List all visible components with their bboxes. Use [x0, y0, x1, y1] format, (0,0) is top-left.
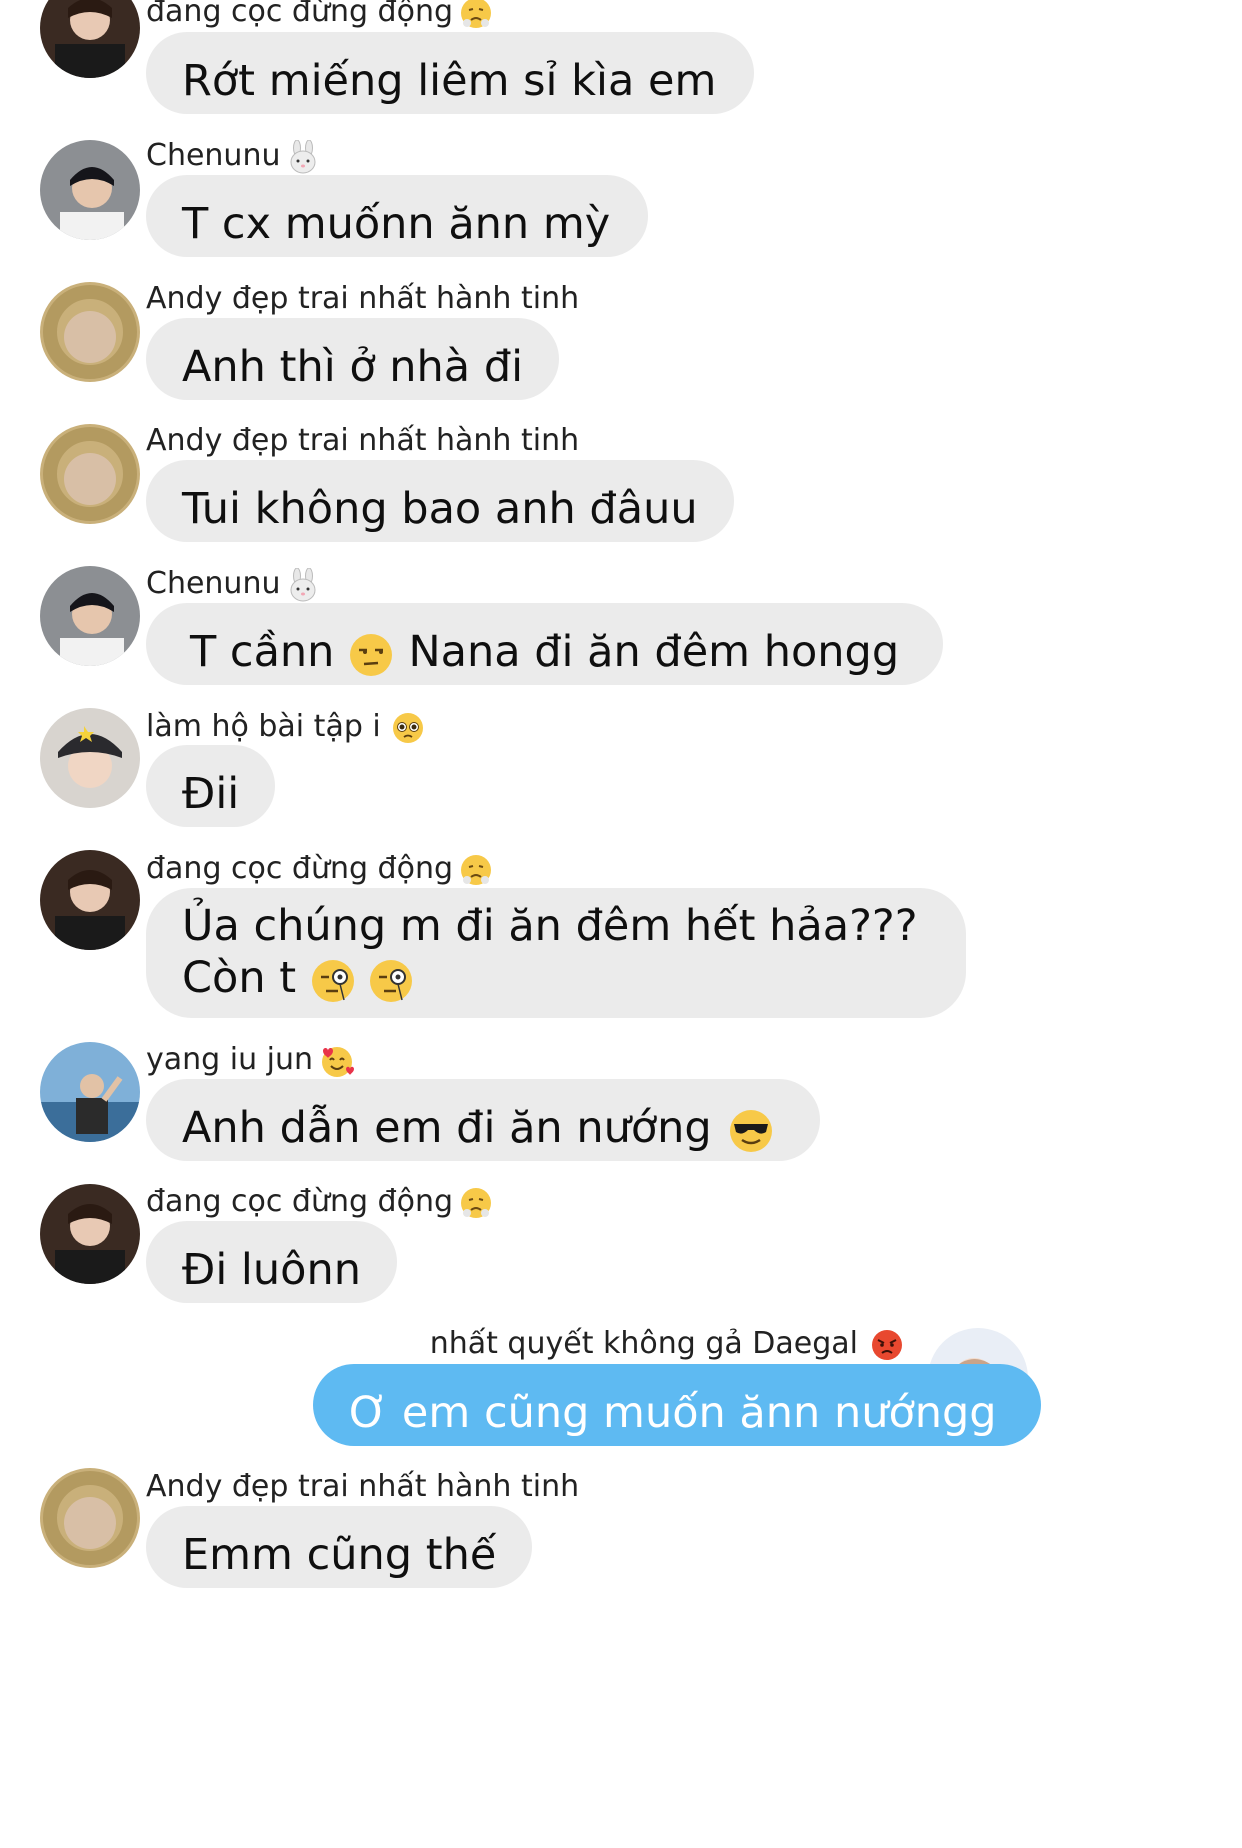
message-bubble[interactable]: Đi luônn [146, 1221, 397, 1303]
message-line: Ủa chúng m đi ăn đêm hết hảa??? [182, 901, 918, 951]
message-bubble[interactable]: T cầnn Nana đi ăn đêm hongg [146, 603, 944, 685]
angry-face-icon [870, 1328, 904, 1362]
avatar[interactable] [40, 1042, 140, 1142]
sender-name: đang cọc đừng động [146, 0, 493, 30]
sender-name: Andy đẹp trai nhất hành tinh [146, 423, 580, 458]
avatar[interactable] [40, 1184, 140, 1284]
monocle-face-icon [310, 958, 356, 1004]
avatar[interactable] [40, 282, 140, 382]
message-bubble[interactable]: Đii [146, 745, 276, 827]
sender-name: Andy đẹp trai nhất hành tinh [146, 1469, 580, 1504]
avatar[interactable] [40, 850, 140, 950]
pleading-face-icon [391, 711, 425, 745]
sender-name: đang cọc đừng động [146, 851, 493, 887]
message-bubble[interactable]: Tui không bao anh đâuu [146, 460, 734, 542]
sender-name: nhất quyết không gả Daegal [430, 1326, 904, 1362]
sender-name: Chenunu [146, 138, 320, 174]
avatar[interactable] [40, 1468, 140, 1568]
steam-from-nose-icon [459, 0, 493, 30]
smiling-face-with-hearts-icon [319, 1043, 355, 1079]
avatar[interactable] [40, 566, 140, 666]
message-bubble-outgoing[interactable]: Ơ em cũng muốn ănn nướngg [313, 1364, 1041, 1446]
message-line: Còn t [182, 952, 918, 1004]
sender-name: đang cọc đừng động [146, 1184, 493, 1220]
steam-from-nose-icon [459, 853, 493, 887]
unamused-face-icon [348, 632, 394, 678]
chat-thread: đang cọc đừng động Rớt miếng liêm sỉ kìa… [0, 0, 1242, 1848]
avatar[interactable] [40, 0, 140, 78]
sender-name: Andy đẹp trai nhất hành tinh [146, 281, 580, 316]
message-bubble[interactable]: Anh thì ở nhà đi [146, 318, 560, 400]
rabbit-face-icon [286, 139, 320, 174]
avatar[interactable] [40, 708, 140, 808]
message-bubble[interactable]: Rớt miếng liêm sỉ kìa em [146, 32, 755, 114]
sender-name: yang iu jun [146, 1042, 355, 1079]
monocle-face-icon [368, 958, 414, 1004]
message-bubble[interactable]: Anh dẫn em đi ăn nướng [146, 1079, 820, 1161]
sender-name: làm hộ bài tập i [146, 709, 425, 745]
avatar[interactable] [40, 140, 140, 240]
rabbit-face-icon [286, 567, 320, 602]
message-bubble[interactable]: Emm cũng thế [146, 1506, 533, 1588]
sender-name: Chenunu [146, 566, 320, 602]
steam-from-nose-icon [459, 1186, 493, 1220]
message-bubble[interactable]: Ủa chúng m đi ăn đêm hết hảa??? Còn t [146, 888, 966, 1018]
sunglasses-face-icon [728, 1108, 774, 1154]
message-bubble[interactable]: T cx muốnn ănn mỳ [146, 175, 649, 257]
avatar[interactable] [40, 424, 140, 524]
